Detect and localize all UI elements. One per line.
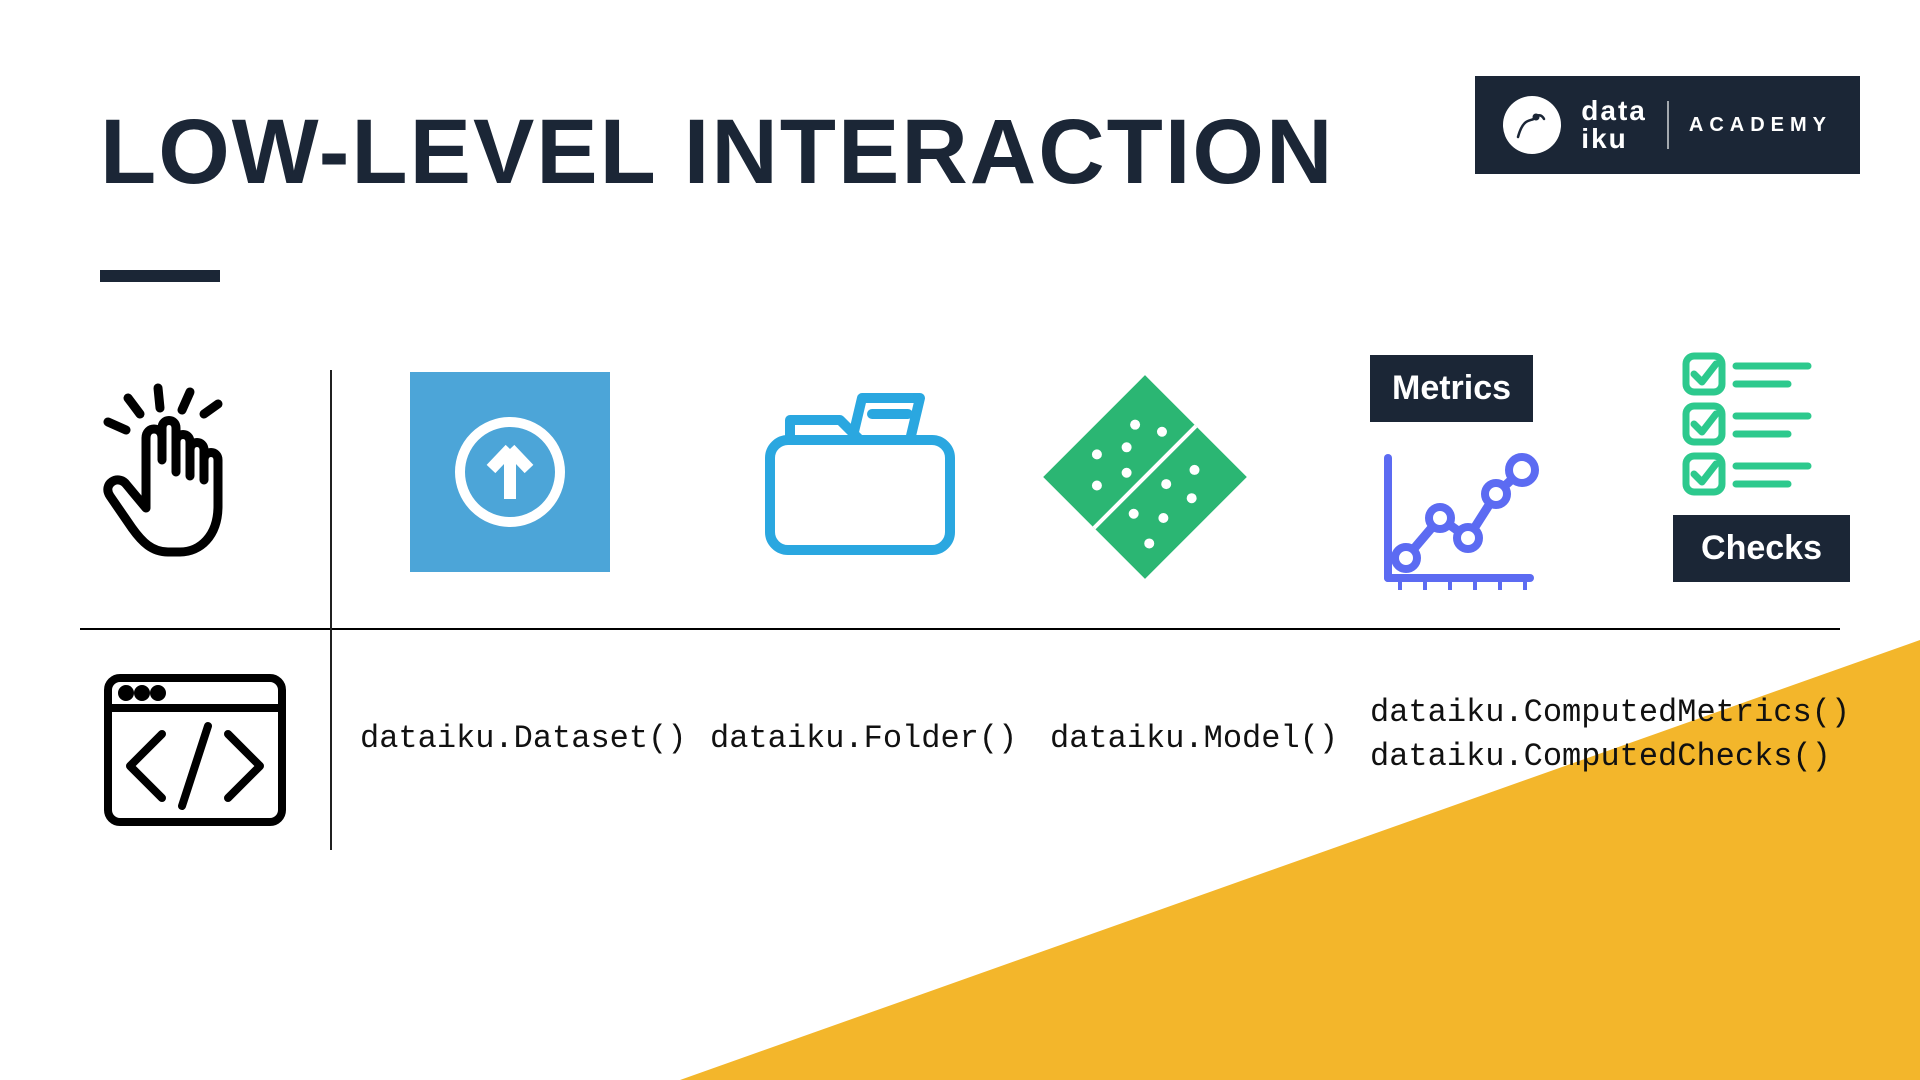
brand-line1: data (1581, 97, 1647, 125)
metrics-checks-group: Metrics Checks (1350, 350, 1850, 610)
model-icon (1040, 372, 1250, 587)
code-dataset: dataiku.Dataset() (360, 720, 686, 757)
brand-line2: iku (1581, 125, 1647, 153)
folder-icon (750, 370, 970, 575)
checks-label: Checks (1673, 515, 1850, 582)
brand-mark-icon (1503, 96, 1561, 154)
code-checks: dataiku.ComputedChecks() (1370, 738, 1831, 775)
slide: data iku ACADEMY LOW-LEVEL INTERACTION (0, 0, 1920, 1080)
brand-name: data iku (1581, 97, 1647, 153)
code-metrics: dataiku.ComputedMetrics() (1370, 694, 1850, 731)
brand-badge: data iku ACADEMY (1475, 76, 1860, 174)
visual-row: Metrics Checks (80, 370, 1840, 610)
code-folder: dataiku.Folder() (710, 720, 1017, 757)
horizontal-divider (80, 628, 1840, 630)
dataset-icon (410, 372, 610, 572)
code-model: dataiku.Model() (1050, 720, 1338, 757)
metrics-label: Metrics (1370, 355, 1533, 422)
checklist-icon (1680, 350, 1830, 505)
brand-tagline: ACADEMY (1689, 114, 1832, 137)
brand-divider (1667, 101, 1669, 149)
title-underline (100, 270, 220, 282)
line-chart-icon (1370, 440, 1540, 605)
slide-title: LOW-LEVEL INTERACTION (100, 100, 1334, 205)
hand-click-icon (84, 380, 294, 585)
code-window-icon (100, 670, 290, 835)
